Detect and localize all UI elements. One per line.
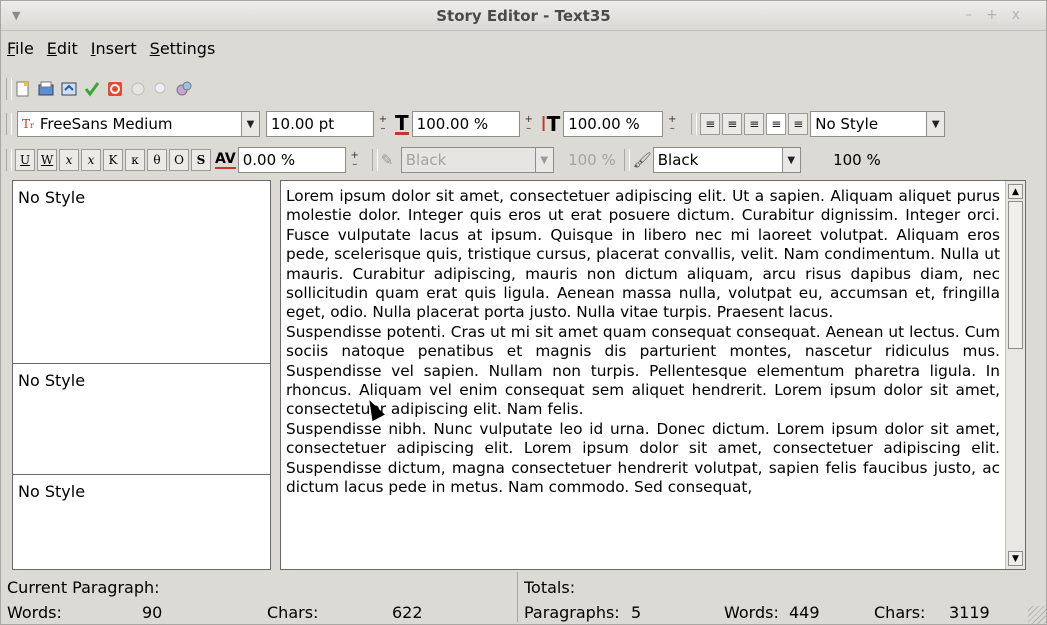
reload-icon[interactable] — [61, 81, 77, 97]
words-value: 90 — [142, 603, 163, 622]
font-family-select[interactable]: Tr FreeSans Medium — [17, 111, 242, 137]
story-text-area[interactable]: Lorem ipsum dolor sit amet, consectetuer… — [280, 180, 1026, 570]
total-words-value: 449 — [789, 603, 820, 622]
stroke-shade[interactable]: 100 % — [554, 151, 616, 169]
underline-button[interactable]: U — [15, 149, 35, 171]
format-toolbar: U W x x K κ θ O S AV 0.00 % + – ✎ Black ▼… — [1, 146, 1046, 174]
align-right-button[interactable]: ≡ — [744, 113, 765, 135]
paragraph[interactable]: Suspendisse nibh. Nunc vulputate leo id … — [286, 420, 1000, 498]
checkmark-icon[interactable] — [84, 81, 100, 97]
current-paragraph-label: Current Paragraph: — [7, 578, 160, 597]
stroke-color-select[interactable]: Black — [400, 147, 536, 173]
totals-stats: Paragraphs: 5 Words: 449 Chars: 3119 — [524, 603, 990, 622]
current-paragraph-status: Current Paragraph: Words: 90 Chars: 622 — [1, 572, 516, 624]
fill-color-icon: 🖌 — [632, 151, 652, 169]
font-size-stepper[interactable]: + – — [374, 111, 392, 137]
menu-edit[interactable]: Edit — [47, 39, 78, 58]
maximize-icon[interactable]: + — [986, 7, 1012, 23]
menu-settings[interactable]: Settings — [150, 39, 216, 58]
align-left-button[interactable]: ≡ — [700, 113, 721, 135]
scroll-down-icon[interactable]: ▼ — [1008, 551, 1023, 566]
fill-color-select[interactable]: Black — [652, 147, 783, 173]
horizontal-scale-input[interactable]: 100.00 % — [411, 111, 520, 137]
new-doc-icon[interactable] — [15, 81, 31, 97]
window-title: Story Editor - Text35 — [436, 7, 611, 25]
font-toolbar: Tr FreeSans Medium ▼ 10.00 pt + – T 100.0… — [1, 110, 1046, 138]
style-cell[interactable]: No Style — [13, 181, 270, 364]
totals-label: Totals: — [524, 578, 576, 597]
shadow-button[interactable]: S — [191, 149, 211, 171]
chars-value: 622 — [392, 603, 423, 622]
menu-file[interactable]: File — [7, 39, 34, 58]
paragraph-styles-pane: No Style No Style No Style — [12, 180, 271, 570]
underline-words-button[interactable]: W — [37, 149, 57, 171]
stop-icon[interactable] — [107, 81, 123, 97]
all-caps-button[interactable]: K — [103, 149, 123, 171]
title-bar[interactable]: ▼ Story Editor - Text35 –+x — [1, 1, 1046, 31]
horizontal-scale-stepper[interactable]: + – — [520, 111, 538, 137]
search-icon[interactable] — [153, 81, 169, 97]
tracking-stepper[interactable]: + – — [346, 147, 364, 173]
align-center-button[interactable]: ≡ — [722, 113, 743, 135]
vertical-scrollbar[interactable]: ▲ ▼ — [1005, 181, 1025, 569]
words-label: Words: — [7, 603, 62, 622]
minimize-icon[interactable]: – — [965, 7, 986, 23]
chars-label: Chars: — [267, 603, 319, 622]
story-editor-window: ▼ Story Editor - Text35 –+x File Edit In… — [0, 0, 1047, 625]
toolbar-grip[interactable] — [6, 113, 12, 135]
total-chars-value: 3119 — [949, 603, 990, 622]
close-icon[interactable]: x — [1012, 7, 1034, 23]
paragraphs-label: Paragraphs: — [524, 603, 620, 622]
paragraph[interactable]: Suspendisse potenti. Cras ut mi sit amet… — [286, 323, 1000, 420]
small-caps-button[interactable]: κ — [125, 149, 145, 171]
stroke-color-icon: ✎ — [380, 151, 394, 169]
tracking-icon: AV — [215, 151, 236, 169]
toolbar-grip[interactable] — [6, 78, 12, 100]
menu-insert[interactable]: Insert — [91, 39, 137, 58]
main-toolbar — [1, 77, 1046, 101]
open-icon[interactable] — [38, 81, 54, 97]
toolbar-grip[interactable] — [371, 149, 378, 171]
font-preview-icon[interactable] — [176, 81, 192, 97]
story-text[interactable]: Lorem ipsum dolor sit amet, consectetuer… — [286, 187, 1000, 498]
style-cell[interactable]: No Style — [13, 364, 270, 475]
scale-vertical-icon: IT — [540, 112, 561, 136]
superscript-button[interactable]: x — [81, 149, 101, 171]
stroke-color-dropdown[interactable]: ▼ — [535, 147, 554, 173]
menu-bar: File Edit Insert Settings — [1, 33, 1046, 63]
paragraph-style-select[interactable]: No Style — [810, 111, 928, 137]
update-icon[interactable] — [130, 81, 146, 97]
total-chars-label: Chars: — [874, 603, 926, 622]
scroll-thumb[interactable] — [1008, 201, 1023, 349]
vertical-scale-stepper[interactable]: + – — [663, 111, 681, 137]
tracking-input[interactable]: 0.00 % — [237, 147, 346, 173]
totals-status: Totals: Paragraphs: 5 Words: 449 Chars: … — [518, 572, 1024, 624]
current-stats: Words: 90 Chars: 622 — [7, 603, 423, 622]
vertical-scale-input[interactable]: 100.00 % — [563, 111, 664, 137]
window-controls[interactable]: –+x — [965, 7, 1034, 23]
resize-grip[interactable] — [1028, 606, 1046, 624]
font-size-input[interactable]: 10.00 pt — [266, 111, 374, 137]
paragraph[interactable]: Lorem ipsum dolor sit amet, consectetuer… — [286, 187, 1000, 323]
outline-button[interactable]: O — [169, 149, 189, 171]
toolbar-grip[interactable] — [691, 113, 698, 135]
toolbar-grip[interactable] — [6, 149, 12, 171]
truetype-icon: Tr — [22, 117, 34, 131]
paragraphs-value: 5 — [631, 603, 642, 622]
total-words-label: Words: — [724, 603, 779, 622]
fill-shade[interactable]: 100 % — [801, 151, 881, 169]
subscript-button[interactable]: x — [59, 149, 79, 171]
toolbar-grip[interactable] — [623, 149, 630, 171]
align-justify-button[interactable]: ≡ — [766, 113, 787, 135]
font-family-dropdown[interactable]: ▼ — [242, 111, 260, 137]
align-forced-button[interactable]: ≡ — [788, 113, 809, 135]
style-cell[interactable]: No Style — [13, 475, 270, 569]
fill-color-dropdown[interactable]: ▼ — [782, 147, 801, 173]
scale-horizontal-icon: T — [395, 110, 409, 135]
scroll-up-icon[interactable]: ▲ — [1008, 184, 1023, 199]
strikethrough-button[interactable]: θ — [147, 149, 167, 171]
paragraph-style-dropdown[interactable]: ▼ — [927, 111, 946, 137]
